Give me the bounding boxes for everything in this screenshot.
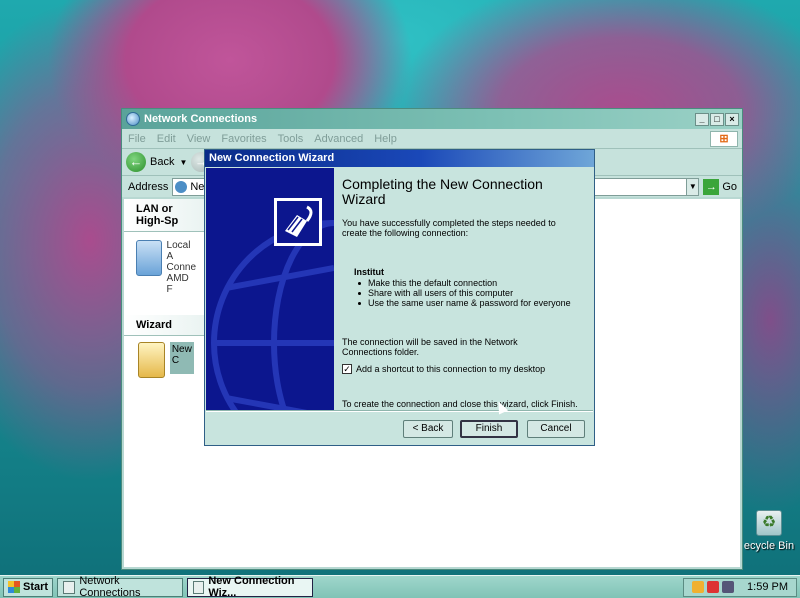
network-cable-icon xyxy=(274,198,322,246)
wizard-separator xyxy=(206,410,593,412)
wizard-body: Completing the New Connection Wizard You… xyxy=(334,168,594,410)
antivirus-icon[interactable] xyxy=(707,581,720,593)
conn-device: AMD F xyxy=(166,273,189,295)
menu-file[interactable]: File xyxy=(128,133,146,145)
cancel-button[interactable]: Cancel xyxy=(527,420,585,438)
windows-flag-icon xyxy=(8,581,20,593)
network-connection-icon xyxy=(136,240,162,276)
explorer-title: Network Connections xyxy=(144,113,258,125)
volume-icon[interactable] xyxy=(722,581,735,593)
summary-item: Share with all users of this computer xyxy=(368,288,514,298)
address-label: Address xyxy=(128,180,169,193)
go-button[interactable]: → Go xyxy=(703,178,738,195)
windows-logo-icon: ⊞ xyxy=(710,130,738,147)
connection-summary: Institut Make this the default connectio… xyxy=(354,267,571,308)
go-arrow-icon: → xyxy=(703,178,720,195)
wizard-heading: Completing the New Connection Wizard xyxy=(342,176,543,207)
address-dropdown-icon[interactable]: ▼ xyxy=(686,178,699,195)
back-arrow-icon: ← xyxy=(126,152,146,172)
menu-favorites[interactable]: Favorites xyxy=(221,133,266,145)
network-folder-icon xyxy=(175,180,188,193)
menu-advanced[interactable]: Advanced xyxy=(314,133,363,145)
group-lan-header: LAN or High-Sp xyxy=(124,199,208,232)
clock[interactable]: 1:59 PM xyxy=(747,581,788,593)
system-tray: 1:59 PM xyxy=(683,577,797,597)
close-button[interactable]: × xyxy=(725,112,739,126)
chevron-down-icon[interactable]: ▼ xyxy=(179,158,187,167)
wizard-titlebar[interactable]: New Connection Wizard xyxy=(205,150,594,167)
task-new-connection-wizard[interactable]: New Connection Wiz... xyxy=(187,575,314,598)
summary-item: Make this the default connection xyxy=(368,278,498,288)
connections-list: LAN or High-Sp Local A Conne AMD F Wizar… xyxy=(124,199,208,567)
wizard-banner xyxy=(206,168,334,410)
maximize-button[interactable]: □ xyxy=(710,112,724,126)
back-button[interactable]: < Back xyxy=(403,420,453,438)
new-connection-wizard-item[interactable]: New C xyxy=(124,336,208,384)
wizard-intro: You have successfully completed the step… xyxy=(342,218,556,238)
new-connection-wizard-dialog: New Connection Wizard Completing the New… xyxy=(204,149,595,446)
security-shield-icon[interactable] xyxy=(692,581,705,593)
start-button[interactable]: Start xyxy=(3,577,54,597)
add-shortcut-label: Add a shortcut to this connection to my … xyxy=(356,364,546,374)
finish-button[interactable]: Finish xyxy=(460,420,518,438)
wizard-item-label: New C xyxy=(169,342,194,374)
recycle-bin-label: ecycle Bin xyxy=(743,540,795,552)
minimize-button[interactable]: _ xyxy=(695,112,709,126)
checkbox-checked-icon[interactable]: ✓ xyxy=(342,364,352,374)
local-area-connection[interactable]: Local A Conne AMD F xyxy=(124,232,208,303)
back-button[interactable]: ← Back ▼ xyxy=(126,152,187,172)
network-globe-icon xyxy=(63,580,76,594)
wizard-window-icon xyxy=(193,580,205,594)
menu-edit[interactable]: Edit xyxy=(157,133,176,145)
finish-note: To create the connection and close this … xyxy=(342,399,578,409)
saved-note: The connection will be saved in the Netw… xyxy=(342,337,518,357)
explorer-titlebar[interactable]: Network Connections _ □ × xyxy=(122,109,742,129)
conn-name: Local A xyxy=(166,240,191,262)
recycle-bin-icon: ♻ xyxy=(756,510,782,536)
back-label: Back xyxy=(150,156,175,168)
conn-status: Conne xyxy=(166,262,196,273)
task-network-connections[interactable]: Network Connections xyxy=(57,575,184,598)
add-shortcut-checkbox[interactable]: ✓ Add a shortcut to this connection to m… xyxy=(342,364,545,374)
connection-name: Institut xyxy=(354,267,384,277)
recycle-bin[interactable]: ♻ ecycle Bin xyxy=(740,510,798,552)
start-label: Start xyxy=(23,581,49,593)
menu-bar: File Edit View Favorites Tools Advanced … xyxy=(122,129,742,149)
task-label: Network Connections xyxy=(79,575,141,598)
menu-help[interactable]: Help xyxy=(374,133,397,145)
go-label: Go xyxy=(722,180,738,193)
task-label: New Connection Wiz... xyxy=(208,575,295,598)
menu-view[interactable]: View xyxy=(187,133,211,145)
wizard-icon xyxy=(138,342,165,378)
group-wizard-header: Wizard xyxy=(124,315,208,336)
network-globe-icon xyxy=(126,112,140,126)
summary-item: Use the same user name & password for ev… xyxy=(368,298,571,308)
taskbar: Start Network Connections New Connection… xyxy=(0,575,800,598)
menu-tools[interactable]: Tools xyxy=(278,133,304,145)
